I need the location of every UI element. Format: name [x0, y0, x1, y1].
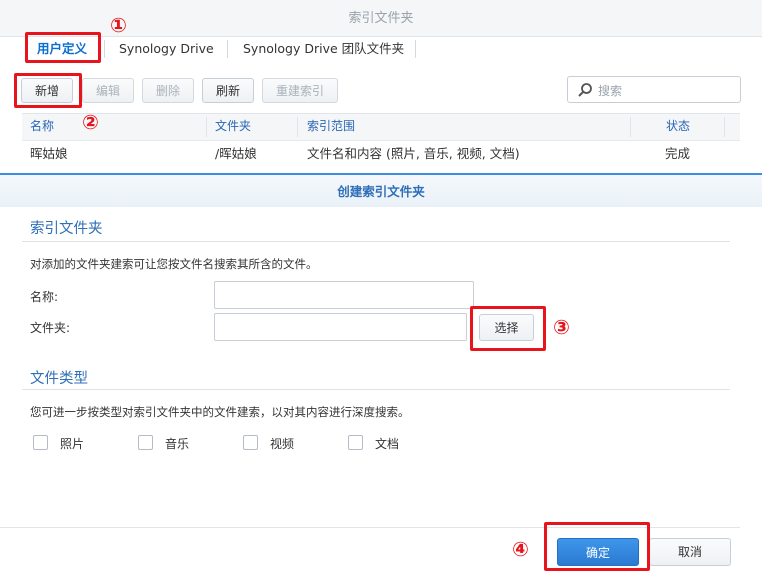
row-index-scope: 文件名和内容 (照片, 音乐, 视频, 文档)	[307, 146, 520, 161]
name-field[interactable]	[214, 281, 474, 309]
cancel-button[interactable]: 取消	[649, 538, 731, 566]
annotation-number-4: ④	[512, 537, 529, 561]
tab-synology-drive-team-folder[interactable]: Synology Drive 团队文件夹	[243, 38, 404, 64]
tab-separator	[227, 40, 228, 58]
name-label: 名称:	[30, 290, 59, 304]
column-separator	[297, 117, 298, 137]
reindex-button[interactable]: 重建索引	[262, 78, 338, 103]
photos-label: 照片	[60, 437, 85, 451]
table-header: 名称 文件夹 索引范围 状态	[22, 113, 740, 141]
annotation-box-2	[14, 73, 82, 108]
section-divider	[22, 389, 730, 390]
search-icon	[578, 83, 592, 97]
documents-checkbox[interactable]	[348, 435, 363, 450]
video-checkbox[interactable]	[243, 435, 258, 450]
documents-label: 文档	[375, 437, 400, 451]
search-placeholder: 搜索	[598, 84, 623, 98]
folder-label: 文件夹:	[30, 321, 71, 335]
tab-separator	[415, 40, 416, 58]
column-separator	[724, 117, 725, 137]
section-description: 您可进一步按类型对索引文件夹中的文件建索，以对其内容进行深度搜索。	[30, 405, 410, 419]
delete-button[interactable]: 删除	[142, 78, 194, 103]
photos-checkbox[interactable]	[33, 435, 48, 450]
edit-button[interactable]: 编辑	[82, 78, 134, 103]
column-header-status[interactable]: 状态	[666, 114, 690, 139]
tab-synology-drive[interactable]: Synology Drive	[119, 38, 214, 64]
search-input[interactable]: 搜索	[567, 76, 741, 103]
create-index-folder-dialog	[0, 173, 762, 575]
annotation-box-1	[25, 32, 101, 63]
music-label: 音乐	[165, 437, 190, 451]
video-label: 视频	[270, 437, 295, 451]
column-header-index-scope[interactable]: 索引范围	[307, 114, 355, 139]
row-folder: /晖姑娘	[215, 146, 257, 161]
column-header-folder[interactable]: 文件夹	[215, 114, 251, 139]
section-description: 对添加的文件夹建索可让您按文件名搜索其所含的文件。	[30, 257, 318, 271]
tab-separator	[104, 40, 105, 58]
section-title-index-folder: 索引文件夹	[30, 221, 103, 237]
column-separator	[206, 117, 207, 137]
annotation-number-2: ②	[82, 110, 99, 134]
annotation-box-3	[470, 306, 546, 351]
column-header-name[interactable]: 名称	[30, 114, 54, 139]
annotation-number-3: ③	[553, 315, 570, 339]
dialog-title: 创建索引文件夹	[0, 175, 762, 207]
row-name: 晖姑娘	[30, 146, 68, 161]
row-status: 完成	[665, 146, 691, 161]
folder-field[interactable]	[214, 313, 467, 341]
music-checkbox[interactable]	[138, 435, 153, 450]
refresh-button[interactable]: 刷新	[202, 78, 254, 103]
section-divider	[22, 241, 730, 242]
section-title-file-types: 文件类型	[30, 371, 88, 387]
column-separator	[630, 117, 631, 137]
annotation-number-1: ①	[110, 13, 127, 37]
annotation-box-4	[544, 522, 650, 571]
